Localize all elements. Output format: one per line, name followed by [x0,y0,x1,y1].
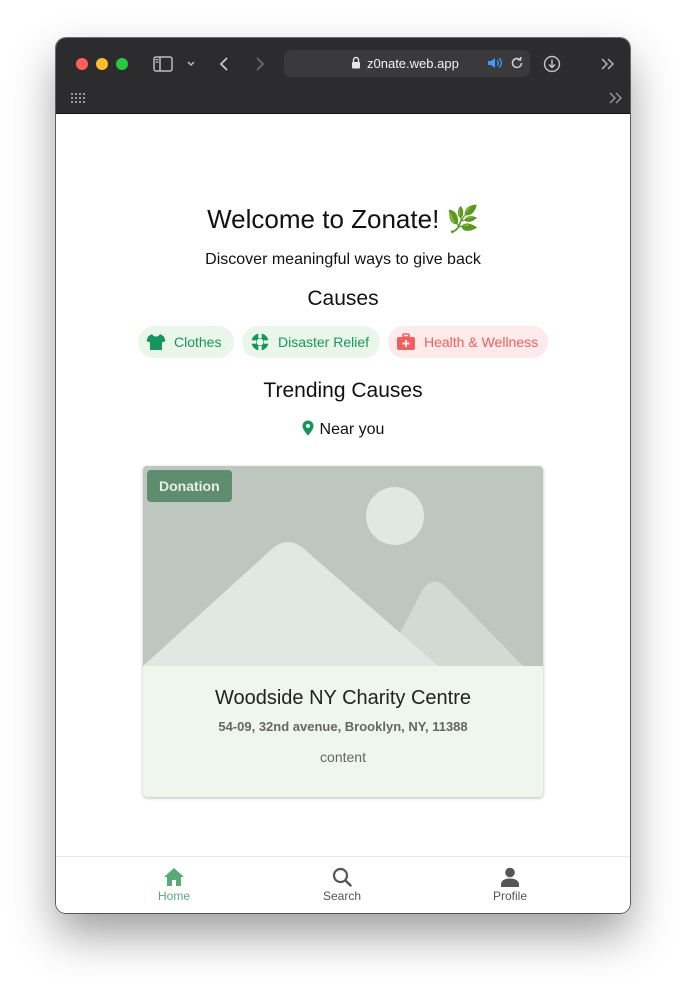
lifebuoy-icon [250,332,270,352]
page-title: Welcome to Zonate! 🌿 [207,204,479,234]
back-arrow-icon[interactable] [216,54,232,74]
cause-card[interactable]: Donation Woodside NY Charity Centre 54-0… [143,466,543,797]
nav-search-label: Search [322,889,362,903]
card-address: 54-09, 32nd avenue, Brooklyn, NY, 11388 [218,719,468,734]
bottom-navigation: Home Search Profile [56,856,630,913]
cause-chip-health-wellness[interactable]: Health & Wellness [388,326,548,358]
location-pin-icon [302,420,314,441]
card-title: Woodside NY Charity Centre [214,687,472,709]
nav-profile[interactable]: Profile [460,866,560,903]
browser-toolbar: z0nate.web.app [56,38,630,114]
person-icon [460,866,560,888]
near-you-text: Near you [319,421,385,438]
cause-chip-label: Disaster Relief [278,334,370,350]
url-text: z0nate.web.app [367,56,459,71]
first-aid-kit-icon [396,332,416,352]
zoom-window-button[interactable] [116,58,128,70]
nav-search[interactable]: Search [292,866,392,903]
apps-grid-icon[interactable] [70,91,86,105]
home-icon [124,866,224,888]
chevron-down-icon[interactable] [184,56,198,72]
trending-heading: Trending Causes [263,379,423,402]
page-content: Welcome to Zonate! 🌿 Discover meaningful… [56,114,630,856]
search-icon [292,866,392,888]
browser-window: z0nate.web.app Welcome to Zonate! 🌿 Disc… [56,38,630,913]
address-bar[interactable]: z0nate.web.app [284,50,530,77]
donation-badge: Donation [147,470,232,502]
nav-home[interactable]: Home [124,866,224,903]
minimize-window-button[interactable] [96,58,108,70]
bookmarks-overflow-icon[interactable] [606,91,626,105]
cause-chip-label: Health & Wellness [424,334,539,350]
forward-arrow-icon[interactable] [252,54,268,74]
sidebar-toggle-icon[interactable] [152,54,174,74]
reload-icon[interactable] [510,56,524,75]
cause-chip-clothes[interactable]: Clothes [138,326,234,358]
causes-heading: Causes [307,287,379,310]
page-subtitle: Discover meaningful ways to give back [205,251,481,268]
cause-chip-label: Clothes [174,334,222,350]
cause-chip-disaster-relief[interactable]: Disaster Relief [242,326,380,358]
nav-profile-label: Profile [492,889,527,903]
more-tools-icon[interactable] [598,55,618,73]
lock-icon [351,56,361,74]
speaker-icon[interactable] [487,56,503,75]
downloads-icon[interactable] [542,54,562,74]
close-window-button[interactable] [76,58,88,70]
card-content: content [320,749,366,765]
near-you-label: Near you [56,420,630,441]
nav-home-label: Home [157,889,190,903]
shirt-icon [146,332,166,352]
